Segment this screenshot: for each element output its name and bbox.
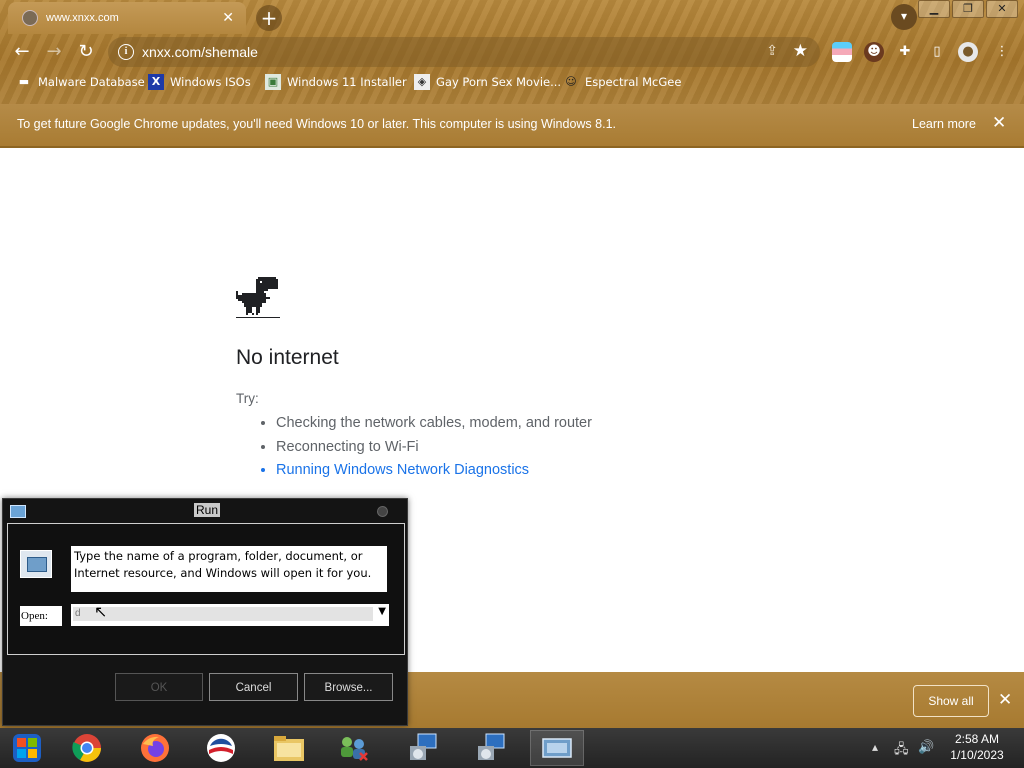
tab-search-button[interactable]: ▾ [891, 4, 917, 30]
try-label: Try: [236, 391, 259, 406]
folder-icon: ▬ [18, 75, 30, 88]
tab-close-icon[interactable]: ✕ [222, 10, 234, 26]
show-all-button[interactable]: Show all [913, 685, 989, 717]
bookmark-label: Gay Porn Sex Movie... [436, 75, 562, 89]
bookmark-item[interactable]: ◈ Gay Porn Sex Movie... [414, 74, 561, 90]
bookmark-label: Windows ISOs [170, 75, 251, 89]
mouse-cursor-icon: ↖ [94, 602, 108, 621]
restore-button[interactable]: ❐ [952, 0, 984, 18]
network-people-taskbar-icon[interactable] [330, 730, 376, 766]
chevron-down-icon[interactable]: ▼ [378, 606, 386, 617]
new-tab-button[interactable]: + [256, 5, 282, 31]
browser-frame: www.xnxx.com ✕ + ▾ ▁ ❐ ✕ ← → ↻ i xnxx.co… [0, 0, 1024, 148]
browser-tab[interactable]: www.xnxx.com ✕ [8, 2, 246, 34]
run-dialog-body: Type the name of a program, folder, docu… [7, 523, 405, 655]
clock-date: 1/10/2023 [950, 748, 1004, 762]
bookmark-item[interactable]: X Windows ISOs [148, 74, 251, 90]
bookmark-label: Espectral McGee [585, 75, 682, 89]
run-close-button[interactable] [377, 506, 388, 517]
run-description: Type the name of a program, folder, docu… [71, 546, 387, 592]
menu-kebab-icon[interactable]: ⋮ [992, 42, 1012, 62]
address-url[interactable]: xnxx.com/shemale [142, 44, 258, 60]
chrome-logo-icon [72, 734, 101, 762]
site-favicon-icon [22, 10, 38, 26]
bookmark-label: Malware Database [38, 75, 145, 89]
bookmarks-bar: ▬ Malware Database X Windows ISOs ▣ Wind… [0, 72, 1024, 96]
bookmark-label: Windows 11 Installer [287, 75, 407, 89]
firefox-taskbar-icon[interactable] [132, 730, 178, 766]
ok-button[interactable]: OK [115, 673, 203, 701]
open-input[interactable]: d [73, 607, 373, 621]
suggestion-list: Checking the network cables, modem, and … [258, 412, 592, 483]
run-dialog: Run Type the name of a program, folder, … [2, 498, 408, 726]
start-button[interactable] [4, 730, 50, 766]
obama-logo-taskbar-icon[interactable] [198, 730, 244, 766]
avatar-icon: ☺ [565, 75, 577, 88]
file-explorer-taskbar-icon[interactable] [266, 730, 312, 766]
forward-icon[interactable]: → [42, 40, 66, 64]
chrome-taskbar-icon[interactable] [64, 730, 110, 766]
infobar-close-icon[interactable]: ✕ [992, 113, 1006, 133]
volume-icon[interactable]: 🔊 [918, 740, 934, 755]
cancel-button[interactable]: Cancel [209, 673, 298, 701]
run-dialog-title: Run [194, 503, 221, 517]
extensions-puzzle-icon[interactable]: ✚ [895, 42, 915, 62]
bookmark-star-icon[interactable]: ★ [793, 41, 808, 61]
list-item: Reconnecting to Wi-Fi [276, 436, 592, 460]
network-error-icon[interactable]: 🖧 [894, 740, 909, 762]
setup-taskbar-icon[interactable] [468, 730, 514, 766]
reload-icon[interactable]: ↻ [74, 40, 98, 64]
show-hidden-icons-button[interactable]: ▴ [872, 740, 878, 754]
clock[interactable]: 2:58 AM 1/10/2023 [944, 731, 1010, 763]
minimize-button[interactable]: ▁ [918, 0, 950, 18]
share-icon[interactable]: ⇪ [766, 43, 778, 59]
side-panel-icon[interactable]: ▯ [927, 42, 947, 62]
flag-extension-icon[interactable] [832, 42, 852, 62]
x-logo-icon: X [148, 74, 164, 90]
update-infobar: To get future Google Chrome updates, you… [0, 104, 1024, 148]
site-info-icon[interactable]: i [118, 44, 134, 60]
open-combobox[interactable]: d ▼ [71, 604, 389, 626]
site-icon: ◈ [414, 74, 430, 90]
folder-icon [274, 736, 304, 761]
run-window-icon [542, 738, 572, 758]
browse-button[interactable]: Browse... [304, 673, 393, 701]
list-item: Checking the network cables, modem, and … [276, 412, 592, 436]
bookmark-item[interactable]: ☺ Espectral McGee [563, 74, 681, 90]
tab-title: www.xnxx.com [46, 12, 119, 24]
learn-more-link[interactable]: Learn more [912, 117, 976, 131]
obama-logo-icon [207, 734, 235, 762]
error-headline: No internet [236, 346, 339, 369]
clock-time: 2:58 AM [954, 732, 1000, 746]
window-controls: ▁ ❐ ✕ [918, 0, 1018, 18]
people-network-icon [341, 737, 368, 761]
shelf-close-icon[interactable]: ✕ [998, 690, 1012, 710]
account-avatar-icon[interactable]: ● [958, 42, 978, 62]
run-taskbar-icon[interactable] [530, 730, 584, 766]
profile-extension-icon[interactable]: ☻ [864, 42, 884, 62]
setup-taskbar-icon[interactable] [400, 730, 446, 766]
installer-icon [478, 733, 505, 760]
run-program-icon [20, 550, 52, 578]
installer-icon [410, 733, 437, 760]
run-title-icon [10, 505, 26, 518]
firefox-logo-icon [141, 734, 169, 762]
open-label: Open: [20, 606, 62, 626]
image-icon: ▣ [265, 74, 281, 90]
start-logo-icon [13, 734, 41, 762]
bookmark-item[interactable]: ▣ Windows 11 Installer [265, 74, 407, 90]
infobar-message: To get future Google Chrome updates, you… [17, 117, 616, 131]
address-bar[interactable]: i xnxx.com/shemale ⇪ ★ [108, 37, 820, 67]
window-close-button[interactable]: ✕ [986, 0, 1018, 18]
back-icon[interactable]: ← [10, 40, 34, 64]
offline-dino-icon [236, 277, 280, 319]
bookmark-item[interactable]: ▬ Malware Database [16, 74, 145, 90]
network-diagnostics-link[interactable]: Running Windows Network Diagnostics [276, 459, 592, 483]
